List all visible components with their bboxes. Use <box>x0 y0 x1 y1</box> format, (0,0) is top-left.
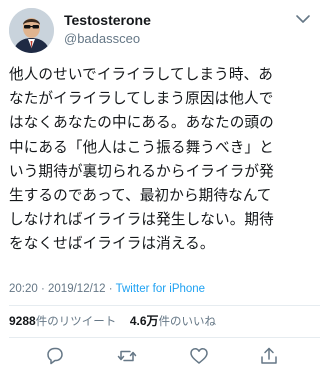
tweet-date[interactable]: 2019/12/12 <box>48 283 106 295</box>
retweet-icon[interactable] <box>116 345 138 367</box>
avatar[interactable] <box>9 8 54 53</box>
tweet-source[interactable]: Twitter for iPhone <box>116 283 205 295</box>
like-label: 件のいいね <box>158 314 217 328</box>
author-display-name[interactable]: Testosterone <box>64 11 151 29</box>
meta-separator: · <box>37 283 49 295</box>
action-bar <box>0 345 320 367</box>
like-icon[interactable] <box>188 345 210 367</box>
divider <box>9 337 320 338</box>
meta-separator: · <box>105 283 116 295</box>
like-stat[interactable]: 4.6万件のいいね <box>130 314 216 328</box>
retweet-label: 件のリツイート <box>35 314 117 328</box>
retweet-count: 9288 <box>9 314 36 328</box>
more-icon[interactable] <box>295 10 311 23</box>
divider <box>9 305 320 306</box>
share-icon[interactable] <box>258 345 280 367</box>
like-count: 4.6万 <box>129 314 159 328</box>
tweet-meta: 20:20 · 2019/12/12 · Twitter for iPhone <box>9 281 205 297</box>
tweet-text: 他人のせいでイライラしてしまう時、あ なたがイライラしてしまう原因は他人で はな… <box>9 66 274 253</box>
reply-icon[interactable] <box>44 345 66 367</box>
retweet-stat[interactable]: 9288件のリツイート <box>9 314 116 328</box>
author-names: Testosterone @badassceo <box>64 11 151 47</box>
tweet-header: Testosterone @badassceo <box>9 8 311 54</box>
tweet-stats: 9288件のリツイート 4.6万件のいいね <box>9 313 226 329</box>
author-handle[interactable]: @badassceo <box>64 30 151 47</box>
tweet-time[interactable]: 20:20 <box>9 283 38 295</box>
